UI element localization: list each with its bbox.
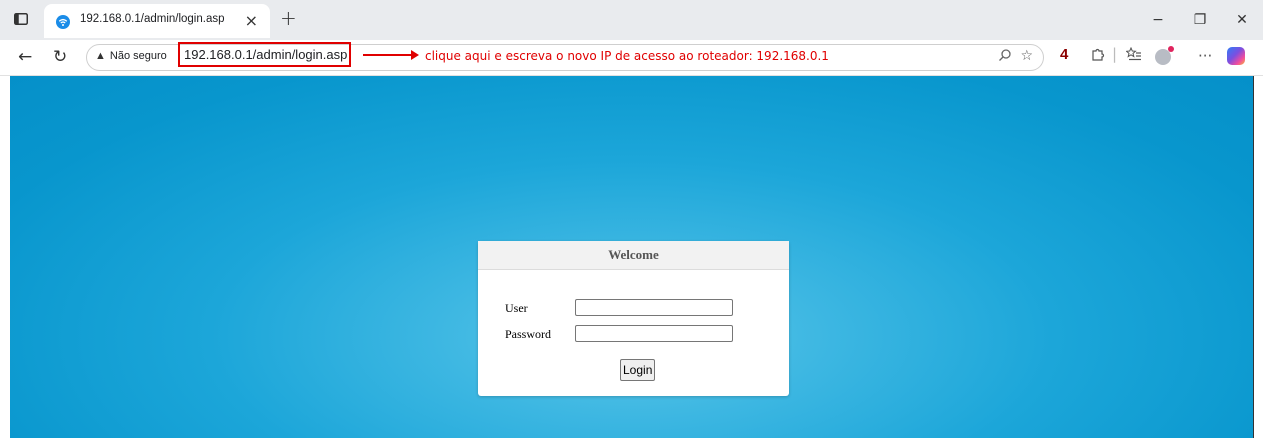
minimize-button[interactable]: − <box>1137 0 1179 40</box>
new-tab-button[interactable]: + <box>280 6 297 30</box>
puzzle-icon[interactable] <box>1090 47 1105 66</box>
user-input[interactable] <box>575 299 733 316</box>
browser-window: 192.168.0.1/admin/login.asp × + − ❐ ✕ ← … <box>0 0 1263 438</box>
url-text[interactable]: 192.168.0.1/admin/login.asp <box>178 42 351 67</box>
password-input[interactable] <box>575 325 733 342</box>
user-label: User <box>505 301 528 315</box>
tab-close-icon[interactable]: × <box>245 11 258 30</box>
login-card-header: Welcome <box>478 241 789 270</box>
security-label: Não seguro <box>109 50 167 62</box>
profile-notification-dot <box>1168 46 1174 52</box>
step-number: 4 <box>1060 46 1069 63</box>
star-icon[interactable]: ☆ <box>1020 48 1033 66</box>
active-tab[interactable]: 192.168.0.1/admin/login.asp × <box>44 4 270 38</box>
password-label: Password <box>505 327 552 341</box>
address-bar[interactable]: ▲ Não seguro 192.168.0.1/admin/login.asp … <box>86 42 1044 71</box>
wifi-icon <box>56 14 70 29</box>
restore-button[interactable]: ❐ <box>1179 0 1221 40</box>
copilot-icon[interactable] <box>1227 47 1245 65</box>
close-window-button[interactable]: ✕ <box>1221 0 1263 40</box>
annotation-text: clique aqui e escreva o novo IP de acess… <box>425 49 829 63</box>
viewport-right-edge <box>1253 76 1263 438</box>
favorites-icon[interactable] <box>1125 46 1142 66</box>
toolbar: ← ↻ ▲ Não seguro 192.168.0.1/admin/login.… <box>0 40 1263 76</box>
toolbar-divider: | <box>1112 45 1118 63</box>
warning-icon: ▲ <box>95 50 106 62</box>
tab-actions-icon[interactable] <box>12 10 30 28</box>
login-button[interactable]: Login <box>620 359 656 381</box>
security-indicator[interactable]: ▲ Não seguro <box>95 50 167 62</box>
more-menu-button[interactable]: ··· <box>1198 47 1212 65</box>
refresh-button[interactable]: ↻ <box>53 47 67 67</box>
tab-strip: 192.168.0.1/admin/login.asp × + − ❐ ✕ <box>0 0 1263 40</box>
search-icon[interactable] <box>998 48 1012 66</box>
back-button[interactable]: ← <box>18 47 32 67</box>
omnibox-icons: ☆ <box>998 48 1033 66</box>
annotation-arrow <box>363 50 419 60</box>
window-controls: − ❐ ✕ <box>1137 0 1263 40</box>
login-card: Welcome User Password Login <box>478 241 789 396</box>
page-viewport: Welcome User Password Login <box>10 76 1253 438</box>
tab-title: 192.168.0.1/admin/login.asp <box>80 13 225 25</box>
